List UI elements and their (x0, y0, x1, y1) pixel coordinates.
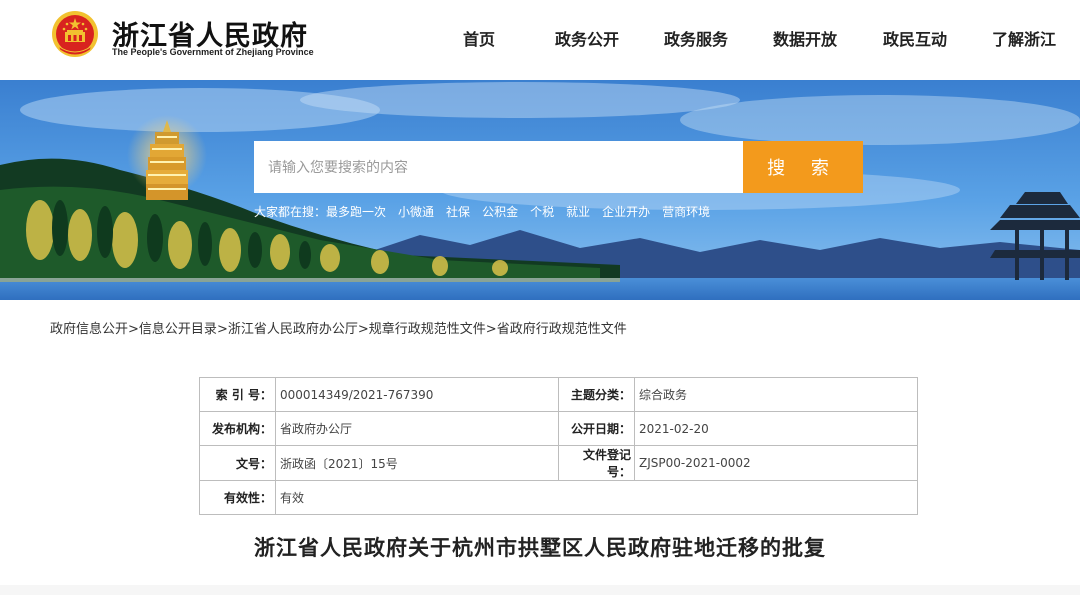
topic-value: 综合政务 (634, 377, 918, 412)
breadcrumb-separator: > (216, 322, 228, 337)
hot-search-link[interactable]: 企业开办 (602, 203, 650, 220)
document-title: 浙江省人民政府关于杭州市拱墅区人民政府驻地迁移的批复 (254, 536, 826, 560)
breadcrumb: 政府信息公开>信息公开目录>浙江省人民政府办公厅>规章行政规范性文件>省政府行政… (50, 318, 627, 337)
site-header: 浙江省人民政府 The People's Government of Zheji… (0, 0, 1080, 80)
nav-item-home[interactable]: 首页 (463, 26, 495, 50)
hot-search-link[interactable]: 营商环境 (662, 203, 710, 220)
table-row: 索 引 号： 000014349/2021-767390 主题分类： 综合政务 (199, 377, 918, 412)
document-info-table: 索 引 号： 000014349/2021-767390 主题分类： 综合政务 … (199, 377, 918, 515)
registration-number-value: ZJSP00-2021-0002 (634, 445, 918, 481)
hot-search-link[interactable]: 就业 (566, 203, 590, 220)
hero-banner: 搜 索 大家都在搜：最多跑一次小微通社保公积金个税就业企业开办营商环境 (0, 80, 1080, 300)
issuer-label: 发布机构： (199, 411, 276, 446)
document-number-value: 浙政函〔2021〕15号 (275, 445, 559, 481)
table-row: 发布机构： 省政府办公厅 公开日期： 2021-02-20 (199, 411, 918, 446)
breadcrumb-item[interactable]: 浙江省人民政府办公厅 (228, 322, 358, 337)
hot-searches: 大家都在搜：最多跑一次 小微通 社保 公积金 个税 就业 企业开办 营商环境 (254, 203, 710, 219)
table-row: 文号： 浙政函〔2021〕15号 文件登记号： ZJSP00-2021-0002 (199, 445, 918, 481)
document-number-label: 文号： (199, 445, 276, 481)
hot-search-link[interactable]: 个税 (530, 203, 554, 220)
topic-label: 主题分类： (558, 377, 635, 412)
breadcrumb-item[interactable]: 规章行政规范性文件 (369, 322, 486, 337)
index-number-label: 索 引 号： (199, 377, 276, 412)
breadcrumb-item[interactable]: 政府信息公开 (50, 322, 128, 337)
publish-date-value: 2021-02-20 (634, 411, 918, 446)
validity-value: 有效 (275, 480, 918, 515)
page-bottom-strip (0, 585, 1080, 595)
nav-item-interaction[interactable]: 政民互动 (883, 26, 947, 50)
table-row: 有效性： 有效 (199, 480, 918, 515)
search-input[interactable] (254, 141, 744, 193)
publish-date-label: 公开日期： (558, 411, 635, 446)
nav-item-open-data[interactable]: 数据开放 (773, 26, 837, 50)
nav-item-government-affairs[interactable]: 政务公开 (555, 26, 619, 50)
nav-item-government-services[interactable]: 政务服务 (664, 26, 728, 50)
issuer-value: 省政府办公厅 (275, 411, 559, 446)
validity-label: 有效性： (199, 480, 276, 515)
breadcrumb-separator: > (485, 322, 497, 337)
breadcrumb-item[interactable]: 省政府行政规范性文件 (497, 322, 627, 337)
site-subtitle: The People's Government of Zhejiang Prov… (112, 47, 314, 57)
registration-number-label: 文件登记号： (558, 445, 635, 481)
breadcrumb-separator: > (357, 322, 369, 337)
breadcrumb-separator: > (128, 322, 139, 337)
hot-search-link[interactable]: 最多跑一次 (326, 203, 386, 220)
hot-searches-label: 大家都在搜： (254, 205, 327, 219)
nav-item-about-zhejiang[interactable]: 了解浙江 (992, 26, 1056, 50)
main-nav: 首页 政务公开 政务服务 数据开放 政民互动 了解浙江 (0, 26, 1080, 50)
index-number-value: 000014349/2021-767390 (275, 377, 559, 412)
breadcrumb-item[interactable]: 信息公开目录 (139, 322, 217, 337)
search-button[interactable]: 搜 索 (743, 141, 863, 193)
hot-search-link[interactable]: 社保 (446, 203, 470, 220)
hot-search-link[interactable]: 公积金 (482, 203, 518, 220)
hot-search-link[interactable]: 小微通 (398, 203, 434, 220)
